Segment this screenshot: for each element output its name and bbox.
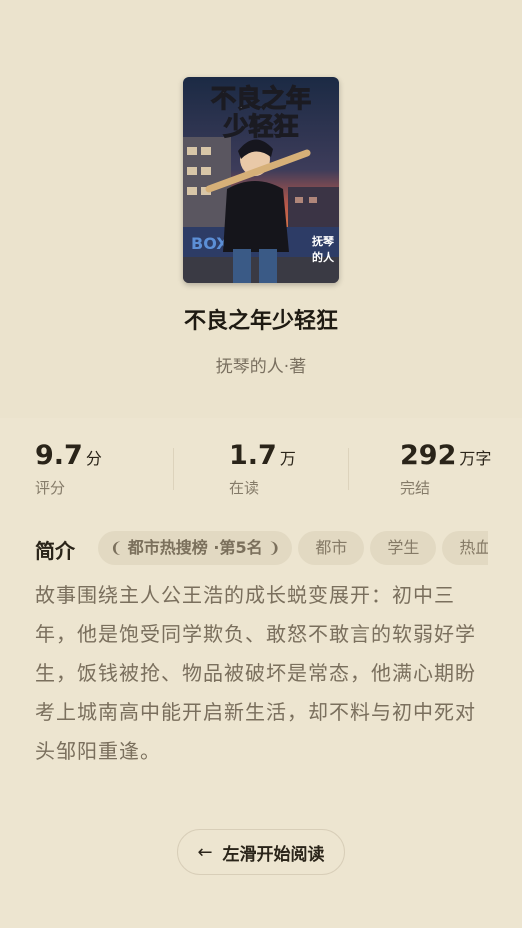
stat-rating-label: 评分	[35, 479, 66, 497]
svg-text:抚琴: 抚琴	[312, 234, 334, 248]
laurel-right-icon: ❩	[262, 539, 281, 557]
stat-words-value: 292	[400, 440, 457, 471]
book-stats: 9.7 分 评分 1.7 万 在读 292 万字 完结	[0, 440, 522, 500]
book-cover[interactable]: BOX 不良之年 少轻狂 抚琴 的人	[183, 77, 339, 283]
intro-label: 简介	[35, 539, 75, 563]
stat-rating-value: 9.7	[35, 440, 83, 471]
start-reading-button[interactable]: ← 左滑开始阅读	[177, 829, 345, 875]
svg-text:的人: 的人	[312, 250, 335, 264]
tag-list[interactable]: ❨ 都市热搜榜 ·第5名 ❩ 都市 学生 热血	[98, 531, 488, 565]
stat-words: 292 万字 完结	[400, 440, 491, 498]
intro-header: 简介 ❨ 都市热搜榜 ·第5名 ❩ 都市 学生 热血	[35, 530, 522, 568]
laurel-left-icon: ❨	[110, 539, 128, 557]
intro-text: 故事围绕主人公王浩的成长蜕变展开：初中三年，他是饱受同学欺负、敢怒不敢言的软弱好…	[35, 583, 476, 763]
start-reading-label: 左滑开始阅读	[222, 844, 325, 865]
book-title: 不良之年少轻狂	[183, 309, 338, 334]
stat-words-label: 完结	[400, 479, 431, 497]
stat-divider	[348, 448, 349, 490]
stat-readers-value: 1.7	[229, 440, 277, 471]
tag-rank-label: 都市热搜榜 ·第5名	[127, 538, 263, 557]
stat-divider	[173, 448, 174, 490]
tag-city[interactable]: 都市	[298, 531, 365, 565]
svg-text:不良之年: 不良之年	[211, 84, 311, 113]
tag-passion[interactable]: 热血	[442, 531, 488, 565]
tag-rank[interactable]: ❨ 都市热搜榜 ·第5名 ❩	[98, 531, 293, 565]
stat-rating: 9.7 分 评分	[35, 440, 102, 498]
book-author: 抚琴的人·著	[215, 357, 307, 377]
book-detail-page: BOX 不良之年 少轻狂 抚琴 的人 不良之年少轻狂 抚琴的人·著 9.7分	[0, 0, 522, 928]
tag-student[interactable]: 学生	[370, 531, 437, 565]
svg-text:少轻狂: 少轻狂	[222, 112, 298, 141]
stat-readers-label: 在读	[229, 479, 260, 497]
stat-words-unit: 万字	[459, 449, 492, 468]
arrow-left-icon: ←	[197, 841, 213, 863]
cover-illustration: BOX 不良之年 少轻狂 抚琴 的人	[183, 77, 339, 283]
book-header: BOX 不良之年 少轻狂 抚琴 的人 不良之年少轻狂 抚琴的人·著	[0, 0, 522, 418]
stat-readers-unit: 万	[279, 449, 296, 468]
stat-readers: 1.7 万 在读	[229, 440, 296, 498]
stat-rating-unit: 分	[85, 449, 102, 468]
